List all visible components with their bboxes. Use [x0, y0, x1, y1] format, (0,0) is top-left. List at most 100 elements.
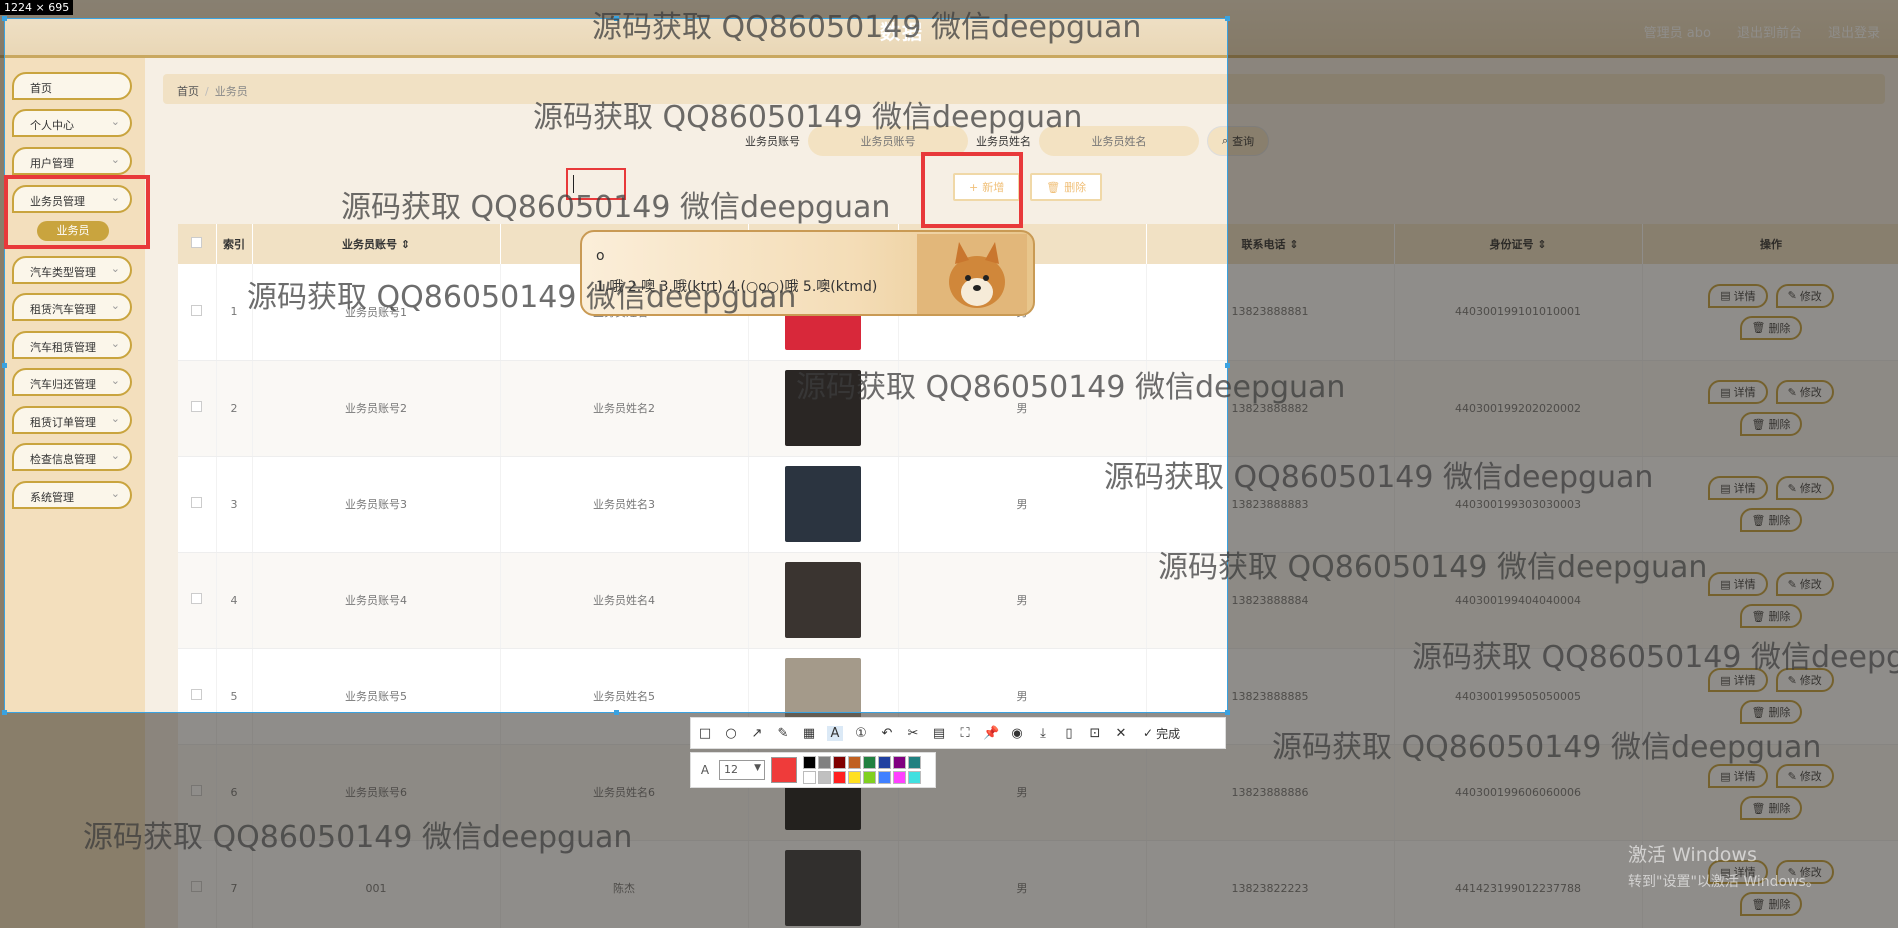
mosaic-tool-icon[interactable]: ▦	[801, 726, 817, 741]
text-caret	[573, 175, 574, 193]
operations-cell: ▤ 详情 ✎ 修改 🗑 删除	[1642, 360, 1898, 457]
bookmark-icon[interactable]: ⊡	[1087, 726, 1103, 741]
row-delete-button[interactable]: 🗑 删除	[1739, 508, 1803, 532]
color-swatch[interactable]	[908, 756, 921, 769]
id-card-cell: 440300199404040004	[1394, 552, 1643, 649]
row-select-cell[interactable]	[178, 744, 217, 841]
resize-handle[interactable]	[1225, 710, 1230, 715]
chevron-down-icon: ▼	[754, 763, 761, 773]
color-swatch[interactable]	[878, 756, 891, 769]
color-swatch[interactable]	[863, 771, 876, 784]
font-size-select[interactable]: 12 ▼	[719, 760, 765, 780]
detail-button[interactable]: ▤ 详情	[1708, 668, 1768, 692]
check-icon: ✓	[1143, 726, 1154, 740]
edit-button[interactable]: ✎ 修改	[1775, 764, 1834, 788]
pen-tool-icon[interactable]: ✎	[775, 726, 791, 741]
crop-icon[interactable]: ⛶	[957, 726, 973, 741]
column-header[interactable]: 身份证号 ⇕	[1394, 224, 1643, 264]
color-swatch[interactable]	[848, 756, 861, 769]
edit-button[interactable]: ✎ 修改	[1775, 380, 1834, 404]
resize-handle[interactable]	[614, 16, 619, 21]
color-swatch[interactable]	[833, 756, 846, 769]
phone-icon[interactable]: ▯	[1061, 726, 1077, 741]
annotation-rectangle[interactable]	[921, 152, 1023, 228]
color-swatch[interactable]	[803, 756, 816, 769]
trash-icon: 🗑	[1751, 897, 1766, 911]
ime-candidates[interactable]: 1.哦 2.噢 3.哦(ktrt) 4.(○o○)哦 5.噢(ktmd)	[596, 276, 877, 296]
sort-icon[interactable]: ⇕	[1533, 238, 1546, 251]
color-palette	[803, 756, 921, 784]
text-tool-icon[interactable]: A	[827, 725, 843, 741]
color-swatch[interactable]	[818, 756, 831, 769]
annotation-rectangle[interactable]	[4, 175, 150, 249]
color-swatch[interactable]	[833, 771, 846, 784]
trash-icon: 🗑	[1751, 609, 1766, 623]
delete-label: 删除	[1768, 898, 1791, 911]
id-card-cell: 441423199012237788	[1394, 840, 1643, 928]
color-swatch[interactable]	[863, 756, 876, 769]
close-icon[interactable]: ✕	[1113, 726, 1129, 741]
document-icon: ▤	[1720, 289, 1731, 303]
current-color-swatch[interactable]	[771, 757, 797, 783]
row-delete-button[interactable]: 🗑 删除	[1739, 315, 1803, 340]
download-icon[interactable]: ⤓	[1035, 726, 1051, 741]
annotation-text-box[interactable]	[566, 168, 626, 200]
front-link[interactable]: 退出到前台	[1737, 22, 1802, 41]
edit-button[interactable]: ✎ 修改	[1775, 668, 1834, 692]
avatar[interactable]	[785, 850, 861, 926]
ocr-icon[interactable]: ▤	[931, 726, 947, 741]
row-select-cell[interactable]	[178, 840, 217, 928]
number-tool-icon[interactable]: ①	[853, 726, 869, 741]
detail-button[interactable]: ▤ 详情	[1708, 283, 1768, 308]
row-checkbox[interactable]	[191, 785, 203, 796]
column-header: 操作	[1642, 224, 1898, 264]
color-swatch[interactable]	[908, 771, 921, 784]
detail-button[interactable]: ▤ 详情	[1708, 572, 1768, 596]
row-delete-button[interactable]: 🗑 删除	[1739, 796, 1803, 820]
detail-button[interactable]: ▤ 详情	[1708, 380, 1768, 404]
resize-handle[interactable]	[614, 710, 619, 715]
edit-button[interactable]: ✎ 修改	[1775, 572, 1834, 596]
row-delete-button[interactable]: 🗑 删除	[1739, 412, 1803, 436]
edit-button[interactable]: ✎ 修改	[1775, 283, 1834, 308]
arrow-tool-icon[interactable]: ↗	[749, 726, 765, 741]
row-delete-button[interactable]: 🗑 删除	[1739, 892, 1803, 916]
admin-user-link[interactable]: 管理员 abo	[1644, 22, 1711, 41]
detail-button[interactable]: ▤ 详情	[1708, 764, 1768, 788]
rectangle-tool-icon[interactable]: □	[697, 726, 713, 741]
undo-icon[interactable]: ↶	[879, 726, 895, 741]
operations-cell: ▤ 详情 ✎ 修改 🗑 删除	[1642, 744, 1898, 841]
sort-icon[interactable]: ⇕	[1285, 238, 1298, 251]
edit-button[interactable]: ✎ 修改	[1775, 476, 1834, 500]
document-icon: ▤	[1720, 577, 1731, 591]
color-swatch[interactable]	[878, 771, 891, 784]
document-icon: ▤	[1720, 673, 1731, 687]
resize-handle[interactable]	[2, 363, 7, 368]
detail-label: 详情	[1733, 770, 1756, 783]
id-card-cell: 440300199303030003	[1394, 456, 1643, 553]
detail-button[interactable]: ▤ 详情	[1708, 476, 1768, 500]
resize-handle[interactable]	[1225, 363, 1230, 368]
color-swatch[interactable]	[893, 756, 906, 769]
resize-handle[interactable]	[2, 710, 7, 715]
row-checkbox[interactable]	[191, 881, 203, 892]
capture-selection[interactable]	[4, 18, 1228, 713]
record-icon[interactable]: ◉	[1009, 726, 1025, 741]
column-header-label: 联系电话	[1241, 238, 1286, 251]
logout-link[interactable]: 退出登录	[1828, 22, 1880, 41]
done-button[interactable]: ✓ 完成	[1143, 725, 1180, 742]
scissors-icon[interactable]: ✂	[905, 726, 921, 741]
color-swatch[interactable]	[818, 771, 831, 784]
ellipse-tool-icon[interactable]: ○	[723, 726, 739, 741]
pin-icon[interactable]: 📌	[983, 726, 999, 741]
color-swatch[interactable]	[848, 771, 861, 784]
color-swatch[interactable]	[893, 771, 906, 784]
edit-icon: ✎	[1787, 289, 1797, 303]
color-swatch[interactable]	[803, 771, 816, 784]
row-delete-button[interactable]: 🗑 删除	[1739, 604, 1803, 628]
resize-handle[interactable]	[1225, 16, 1230, 21]
ime-composition: o	[596, 248, 605, 264]
resize-handle[interactable]	[2, 16, 7, 21]
delete-label: 删除	[1768, 321, 1791, 335]
row-delete-button[interactable]: 🗑 删除	[1739, 700, 1803, 724]
